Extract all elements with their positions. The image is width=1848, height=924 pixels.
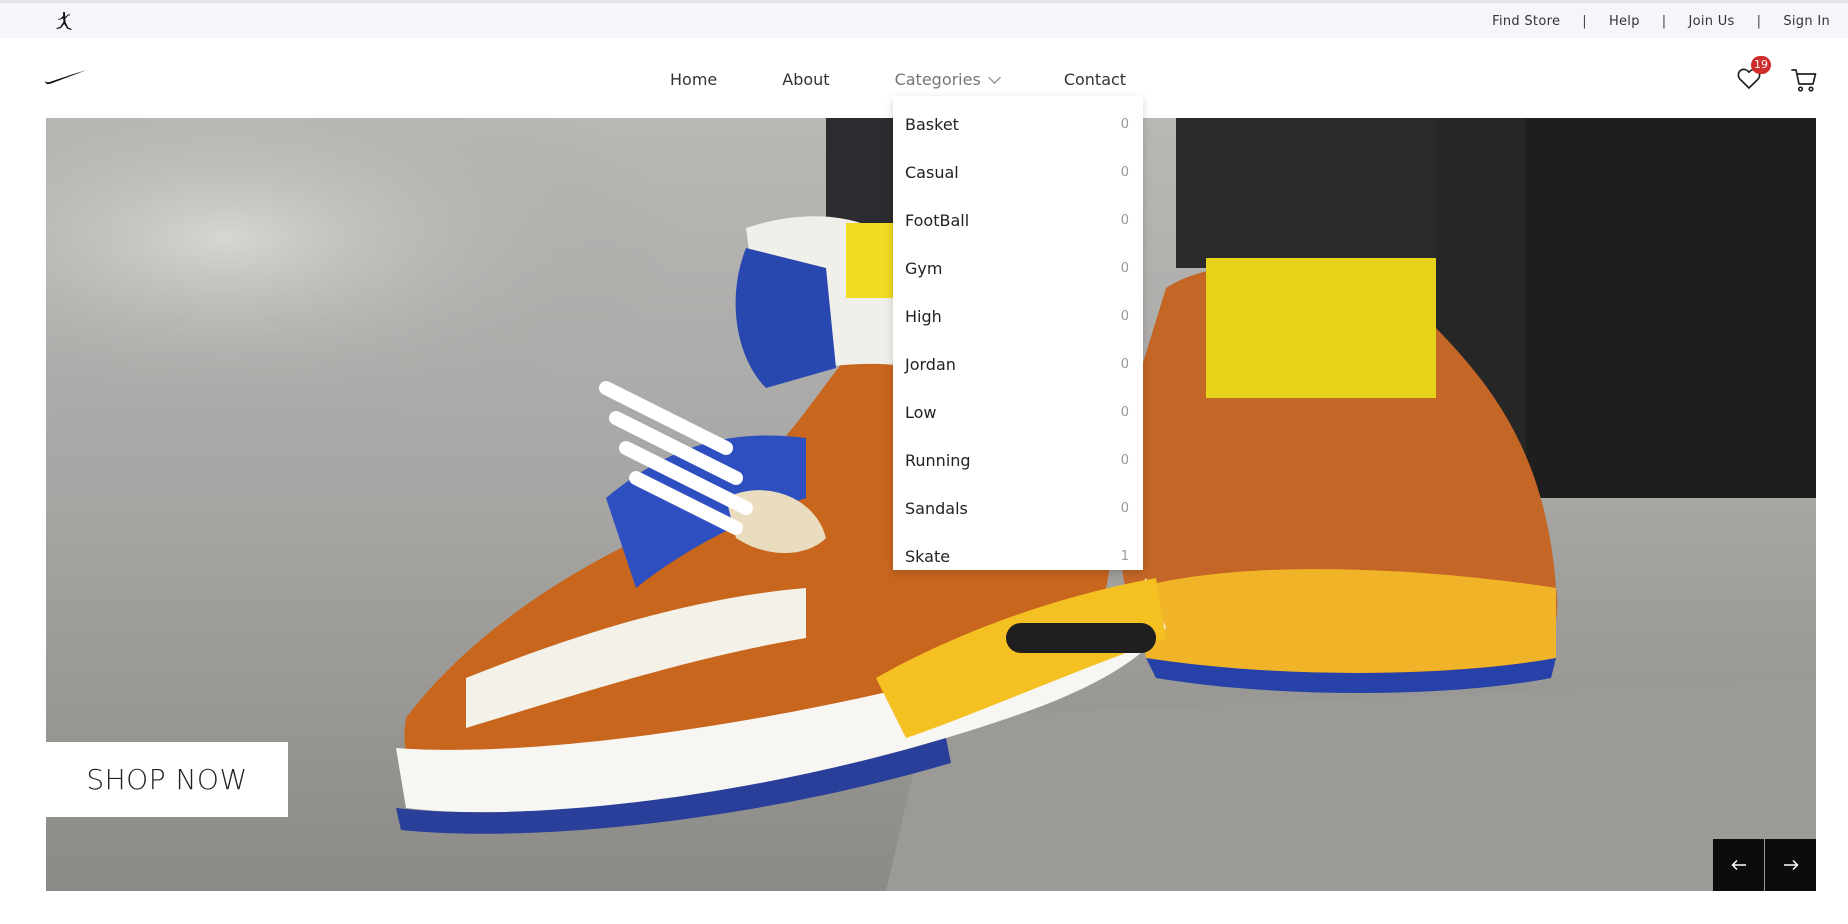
category-count: 0 bbox=[1120, 164, 1129, 180]
category-count: 0 bbox=[1120, 308, 1129, 324]
category-count: 0 bbox=[1120, 500, 1129, 516]
category-item-football[interactable]: FootBall 0 bbox=[893, 196, 1143, 244]
category-label: Low bbox=[905, 402, 937, 422]
category-label: Sandals bbox=[905, 498, 968, 518]
category-item-high[interactable]: High 0 bbox=[893, 292, 1143, 340]
top-utility-bar: Find Store | Help | Join Us | Sign In bbox=[0, 0, 1848, 38]
category-item-jordan[interactable]: Jordan 0 bbox=[893, 340, 1143, 388]
primary-menu: Home About Categories Contact bbox=[670, 70, 1191, 89]
cart-icon bbox=[1791, 69, 1817, 92]
category-label: Jordan bbox=[905, 354, 956, 374]
category-count: 0 bbox=[1120, 356, 1129, 372]
category-count: 0 bbox=[1120, 404, 1129, 420]
category-count: 0 bbox=[1120, 260, 1129, 276]
nav-home[interactable]: Home bbox=[670, 70, 717, 89]
join-us-link[interactable]: Join Us bbox=[1688, 14, 1734, 29]
nav-categories-label: Categories bbox=[894, 70, 981, 89]
category-item-running[interactable]: Running 0 bbox=[893, 436, 1143, 484]
jordan-jumpman-icon[interactable] bbox=[52, 10, 76, 34]
category-label: High bbox=[905, 306, 942, 326]
category-item-gym[interactable]: Gym 0 bbox=[893, 244, 1143, 292]
help-link[interactable]: Help bbox=[1609, 14, 1640, 29]
category-item-basket[interactable]: Basket 0 bbox=[893, 100, 1143, 148]
arrow-left-icon bbox=[1730, 859, 1746, 871]
link-separator: | bbox=[1582, 14, 1587, 29]
sign-in-link[interactable]: Sign In bbox=[1783, 14, 1830, 29]
category-label: Basket bbox=[905, 114, 959, 134]
category-label: Skate bbox=[905, 546, 951, 566]
nike-swoosh-icon[interactable] bbox=[44, 68, 88, 86]
category-label: Gym bbox=[905, 258, 943, 278]
category-count: 0 bbox=[1120, 116, 1129, 132]
category-item-skate[interactable]: Skate 1 bbox=[893, 532, 1143, 580]
category-label: Casual bbox=[905, 162, 959, 182]
shop-now-button[interactable]: SHOP NOW bbox=[46, 742, 288, 817]
nav-icons: 19 bbox=[1736, 56, 1818, 94]
wishlist-count-badge: 19 bbox=[1751, 56, 1771, 74]
nav-about[interactable]: About bbox=[782, 70, 829, 89]
category-item-sandals[interactable]: Sandals 0 bbox=[893, 484, 1143, 532]
nav-categories[interactable]: Categories bbox=[894, 70, 1001, 89]
cart-button[interactable] bbox=[1790, 66, 1818, 94]
category-count: 1 bbox=[1120, 548, 1129, 564]
category-count: 0 bbox=[1120, 212, 1129, 228]
utility-links: Find Store | Help | Join Us | Sign In bbox=[1492, 14, 1830, 29]
find-store-link[interactable]: Find Store bbox=[1492, 14, 1560, 29]
chevron-down-icon bbox=[987, 71, 1001, 84]
category-label: Running bbox=[905, 450, 971, 470]
link-separator: | bbox=[1661, 14, 1667, 29]
category-item-low[interactable]: Low 0 bbox=[893, 388, 1143, 436]
slider-prev-button[interactable] bbox=[1713, 839, 1764, 891]
wishlist-button[interactable]: 19 bbox=[1736, 56, 1771, 94]
categories-dropdown: Basket 0 Casual 0 FootBall 0 Gym 0 High 0 Jor… bbox=[893, 96, 1143, 570]
nav-contact[interactable]: Contact bbox=[1064, 70, 1126, 89]
category-item-casual[interactable]: Casual 0 bbox=[893, 148, 1143, 196]
category-count: 0 bbox=[1120, 452, 1129, 468]
link-separator: | bbox=[1756, 14, 1762, 29]
category-label: FootBall bbox=[905, 210, 970, 230]
slider-controls bbox=[1712, 839, 1816, 891]
slider-next-button[interactable] bbox=[1765, 839, 1816, 891]
arrow-right-icon bbox=[1783, 859, 1799, 871]
